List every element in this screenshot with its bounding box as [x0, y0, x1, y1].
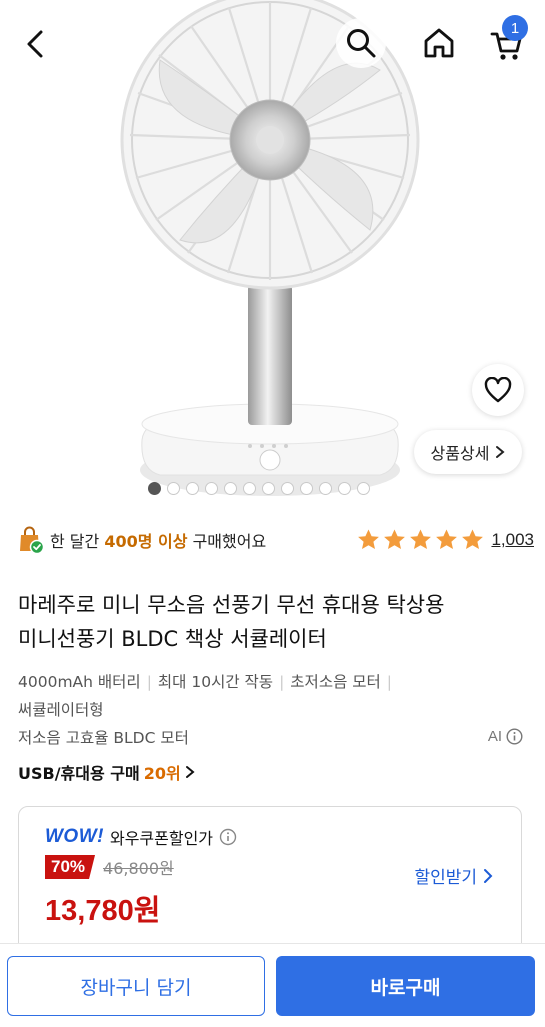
search-button[interactable] [336, 18, 386, 68]
attribute-divider: | [146, 673, 152, 691]
proof-prefix: 한 달간 [50, 532, 100, 551]
gallery-dot[interactable] [357, 482, 370, 495]
product-title: 마레주로 미니 무소음 선풍기 무선 휴대용 탁상용 미니선풍기 BLDC 책상… [18, 588, 528, 656]
proof-suffix: 구매했어요 [192, 532, 267, 551]
product-detail-label: 상품상세 [430, 444, 490, 463]
shopping-bag-check-icon [20, 526, 44, 554]
sub-feature-text: 저소음 고효율 BLDC 모터 [18, 729, 189, 747]
attribute-noise: 초저소음 모터 [290, 673, 381, 691]
gallery-dot[interactable] [148, 482, 161, 495]
attribute-runtime: 최대 10시간 작동 [157, 673, 274, 691]
gallery-dot[interactable] [262, 482, 275, 495]
home-button[interactable] [416, 20, 462, 66]
gallery-dot[interactable] [186, 482, 199, 495]
wow-coupon-header: WOW! 와우쿠폰할인가 [45, 825, 237, 849]
chevron-right-icon [185, 766, 195, 778]
discount-row: 70% 46,800원 [45, 855, 174, 879]
rank-category: USB/휴대용 구매 [18, 764, 140, 783]
star-icon [358, 529, 380, 549]
rank-value: 20위 [143, 764, 181, 783]
back-button[interactable] [14, 22, 58, 66]
star-icon [410, 529, 432, 549]
cart-button[interactable]: 1 [482, 15, 532, 70]
product-detail-button[interactable]: 상품상세 [414, 430, 522, 474]
gallery-dot[interactable] [205, 482, 218, 495]
product-attributes: 4000mAh 배터리 | 최대 10시간 작동 | 초저소음 모터 | 써큘레이터형 [18, 668, 488, 724]
star-icon [384, 529, 406, 549]
cart-count-badge: 1 [502, 15, 528, 41]
star-icon [462, 529, 484, 549]
gallery-dot[interactable] [300, 482, 313, 495]
get-coupon-button[interactable]: 할인받기 [414, 863, 493, 888]
get-coupon-label: 할인받기 [414, 868, 477, 888]
review-count-link[interactable]: 1,003 [491, 530, 534, 550]
attribute-battery: 4000mAh 배터리 [18, 673, 141, 691]
product-title-line-1: 마레주로 미니 무소음 선풍기 무선 휴대용 탁상용 [18, 593, 445, 617]
wishlist-button[interactable] [472, 364, 524, 416]
buy-now-button[interactable]: 바로구매 [276, 956, 535, 1016]
product-image-gallery[interactable]: 1 상품상세 [0, 0, 545, 505]
original-price: 46,800원 [103, 859, 174, 878]
proof-highlight: 400명 이상 [104, 532, 188, 551]
attribute-type: 써큘레이터형 [18, 701, 104, 719]
star-icon [436, 529, 458, 549]
attribute-divider: | [386, 673, 393, 691]
ai-summary-tag[interactable]: AI [488, 728, 523, 745]
chevron-left-icon [27, 30, 43, 58]
attribute-divider: | [279, 673, 285, 691]
chevron-right-icon [484, 868, 493, 883]
sale-price: 13,780원 [45, 895, 161, 927]
gallery-dot[interactable] [243, 482, 256, 495]
social-proof-row: 한 달간 400명 이상 구매했어요 1,003 [18, 524, 534, 556]
discount-badge: 70% [45, 855, 96, 879]
home-icon [424, 28, 454, 58]
gallery-dot[interactable] [338, 482, 351, 495]
gallery-dot[interactable] [319, 482, 332, 495]
monthly-purchase-text: 한 달간 400명 이상 구매했어요 [50, 528, 266, 552]
info-icon [506, 728, 523, 745]
bottom-action-bar: 장바구니 담기 바로구매 [0, 943, 545, 1027]
rating-stars[interactable] [356, 528, 485, 552]
product-title-line-2: 미니선풍기 BLDC 책상 서큘레이터 [18, 627, 327, 651]
gallery-dot[interactable] [224, 482, 237, 495]
info-icon[interactable] [219, 828, 237, 846]
gallery-dot[interactable] [281, 482, 294, 495]
category-rank-link[interactable]: USB/휴대용 구매 20위 [18, 760, 195, 784]
gallery-pagination-dots [148, 482, 370, 495]
search-icon [347, 29, 376, 58]
wow-logo: WOW! [45, 826, 104, 847]
wow-coupon-label: 와우쿠폰할인가 [109, 829, 214, 848]
add-to-cart-button[interactable]: 장바구니 담기 [7, 956, 265, 1016]
ai-label: AI [487, 728, 502, 745]
chevron-right-icon [496, 446, 505, 458]
gallery-dot[interactable] [167, 482, 180, 495]
wow-coupon-card: WOW! 와우쿠폰할인가 70% 46,800원 13,780원 할인받기 [18, 806, 522, 956]
heart-icon [484, 377, 512, 403]
